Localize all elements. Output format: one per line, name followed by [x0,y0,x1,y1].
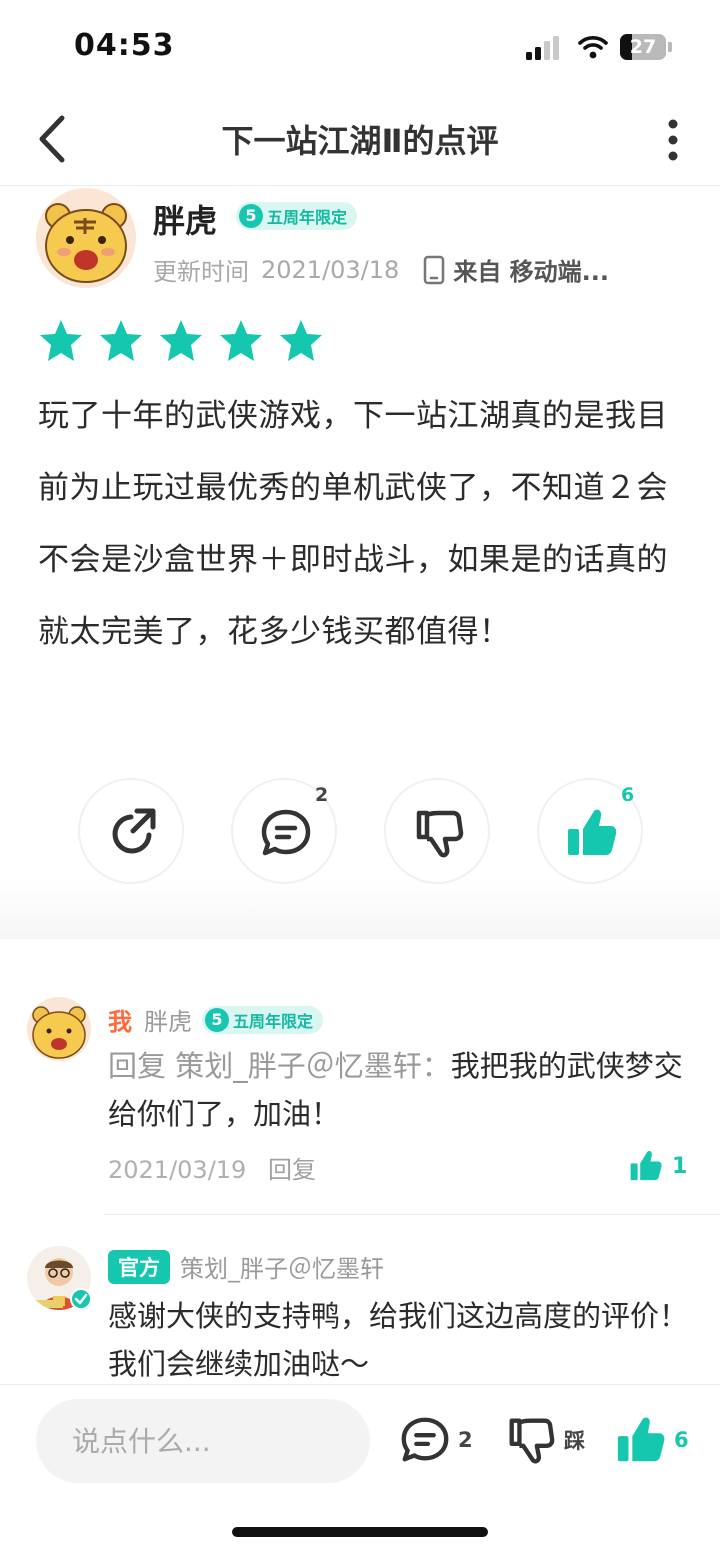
bottom-comment-count: 2 [458,1428,473,1452]
page-title: 下一站江湖Ⅱ的点评 [221,122,499,160]
comment-icon [401,1417,449,1462]
like-icon [568,809,617,855]
reply-footer: 2021/03/19 回复 [108,1150,316,1185]
section-divider [0,939,720,979]
more-icon[interactable] [660,118,686,162]
bottom-like-button[interactable]: 6 [614,1413,689,1467]
device-icon [424,255,445,284]
bottom-comment-button[interactable]: 2 [398,1413,473,1467]
bottom-like-count: 6 [674,1428,689,1452]
like-icon [617,1417,665,1462]
battery-level: 27 [629,36,657,58]
like-button[interactable]: 6 [537,778,643,884]
star-icon [100,320,142,361]
comment-icon [261,809,311,856]
badge-text: 五周年限定 [267,208,348,227]
status-time: 04:53 [74,28,175,63]
share-icon [112,808,156,854]
review-text: 玩了十年的武侠游戏，下一站江湖真的是我目前为止玩过最优秀的单机武侠了，不知道２会… [38,398,668,650]
reply-header: 我 胖虎 5 五周年限定 [108,1002,324,1037]
updated-label: 更新时间 [153,258,249,286]
anniversary-badge: 5 五周年限定 [236,202,358,230]
star-icon [160,320,202,361]
dislike-icon [509,1418,555,1464]
avatar[interactable] [36,188,136,288]
divider [104,1214,720,1215]
comment-input[interactable] [36,1399,370,1483]
badge-number: 5 [205,1007,229,1032]
updated-date: 2021/03/18 [261,255,400,284]
star-icon [280,320,322,361]
share-button[interactable] [78,778,184,884]
review-meta: 更新时间 2021/03/18 来自 移动端... [153,252,609,287]
comment-button[interactable]: 2 [231,778,337,884]
star-icon [40,320,82,361]
like-icon [630,1150,662,1181]
dislike-button[interactable] [384,778,490,884]
me-tag: 我 [108,1008,132,1036]
anniversary-badge: 5 五周年限定 [202,1005,324,1034]
status-bar: 04:53 27 [0,0,720,96]
badge-text: 五周年限定 [233,1011,314,1031]
bottom-dislike-button[interactable]: 踩 [504,1413,585,1467]
nav-bar: 下一站江湖Ⅱ的点评 [0,96,720,186]
reply-date: 2021/03/19 [108,1156,247,1184]
reply-like-button[interactable]: 1 [628,1148,687,1184]
reply-author[interactable]: 策划_胖子＠忆墨轩 [180,1249,384,1284]
comment-count: 2 [315,784,329,806]
verified-icon [70,1288,92,1310]
star-icon [220,320,262,361]
reply-text: 回复 策划_胖子＠忆墨轩：我把我的武侠梦交给你们了，加油！ [108,1042,688,1138]
rating-stars [38,318,324,364]
review-actions: 2 6 [0,778,720,884]
badge-number: 5 [239,204,263,228]
wifi-icon [578,36,608,59]
like-count: 6 [621,784,635,806]
home-indicator [232,1527,488,1537]
official-reply-text: 感谢大侠的支持鸭，给我们这边高度的评价！我们会继续加油哒～ [108,1299,689,1381]
official-tag: 官方 [108,1249,170,1284]
reply-author[interactable]: 胖虎 [144,1002,192,1037]
signal-icon [526,36,559,60]
author-name[interactable]: 胖虎 [153,196,217,242]
reply-button[interactable]: 回复 [268,1156,316,1184]
dislike-icon [416,810,464,858]
reply-prefix: 回复 策划_胖子＠忆墨轩： [108,1049,451,1083]
reply-like-count: 1 [672,1153,688,1179]
back-icon[interactable] [30,114,74,164]
battery-indicator: 27 [620,34,672,60]
dislike-label: 踩 [564,1429,585,1453]
official-reply-header: 官方 策划_胖子＠忆墨轩 [108,1249,394,1284]
reply-avatar[interactable] [27,997,91,1061]
review-source: 来自 移动端... [453,258,610,286]
